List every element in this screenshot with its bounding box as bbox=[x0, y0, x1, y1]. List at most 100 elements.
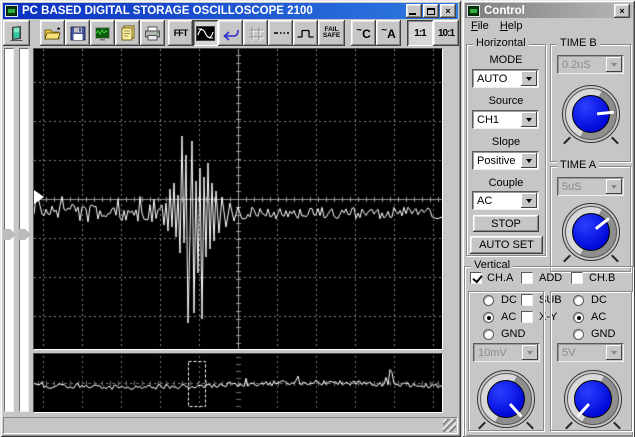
combo-dropdown-button[interactable] bbox=[521, 153, 537, 168]
knob-tick bbox=[611, 136, 619, 145]
horizontal-legend: Horizontal bbox=[473, 37, 529, 49]
toolbar: FFT FAIL SAFE ~C ~A 1:1 10:1 bbox=[3, 20, 459, 47]
main-scope-display bbox=[33, 48, 443, 350]
knob-tick bbox=[563, 136, 571, 145]
undo-arrow-button[interactable] bbox=[218, 20, 243, 46]
display-capture-button[interactable] bbox=[90, 20, 115, 46]
mode-combobox[interactable]: AUTO bbox=[472, 69, 539, 88]
ch-b-gnd-radio[interactable] bbox=[573, 329, 584, 340]
close-button[interactable]: × bbox=[440, 4, 456, 18]
probe-1-1-button[interactable]: 1:1 bbox=[407, 20, 433, 46]
knob-ring bbox=[480, 373, 532, 425]
menu-help[interactable]: Help bbox=[500, 20, 523, 32]
ch-a-label: CH.A bbox=[487, 272, 514, 284]
fail-safe-button[interactable]: FAIL SAFE bbox=[318, 20, 345, 46]
couple-combobox[interactable]: AC bbox=[472, 191, 539, 210]
control-window-title: Control bbox=[484, 4, 525, 17]
preview-scope-display bbox=[33, 353, 443, 413]
knob-ring bbox=[565, 206, 617, 258]
combo-dropdown-button bbox=[606, 345, 622, 360]
chevron-down-icon bbox=[526, 159, 532, 166]
ch-a-ac-radio[interactable] bbox=[483, 312, 494, 323]
desktop: PC BASED DIGITAL STORAGE OSCILLOSCOPE 21… bbox=[0, 0, 635, 437]
position-slider-ch-b[interactable] bbox=[18, 48, 31, 412]
resize-grip[interactable] bbox=[443, 419, 456, 432]
save-button[interactable] bbox=[65, 20, 90, 46]
time-a-combobox: 5uS bbox=[557, 177, 624, 196]
exit-button[interactable] bbox=[3, 20, 30, 46]
ch-b-gain-knob[interactable] bbox=[564, 370, 622, 430]
dotted-line-button[interactable] bbox=[268, 20, 293, 46]
coupling-c-button[interactable]: ~C bbox=[351, 20, 376, 46]
time-a-knob[interactable] bbox=[562, 203, 620, 263]
ch-b-dc-radio[interactable] bbox=[573, 295, 584, 306]
notes-icon bbox=[121, 25, 134, 41]
main-window: PC BASED DIGITAL STORAGE OSCILLOSCOPE 21… bbox=[0, 0, 461, 437]
grid-toggle-button[interactable] bbox=[243, 20, 268, 46]
mode-label: MODE bbox=[489, 54, 523, 66]
undo-arrow-icon bbox=[223, 29, 239, 41]
slope-label: Slope bbox=[491, 136, 521, 148]
app-icon bbox=[5, 5, 18, 17]
slope-combobox[interactable]: Positive bbox=[472, 151, 539, 170]
stop-button[interactable]: STOP bbox=[473, 215, 539, 232]
ch-b-range-combobox: 5V bbox=[557, 343, 624, 362]
close-icon: × bbox=[619, 5, 625, 16]
chevron-down-icon bbox=[526, 118, 532, 125]
time-b-combobox: 0.2uS bbox=[557, 55, 624, 74]
pulse-trigger-button[interactable] bbox=[293, 20, 318, 46]
time-b-knob[interactable] bbox=[562, 85, 620, 145]
open-folder-icon bbox=[43, 26, 61, 39]
floppy-disk-icon bbox=[70, 26, 85, 40]
time-b-legend: TIME B bbox=[557, 37, 600, 49]
combo-dropdown-button[interactable] bbox=[521, 193, 537, 208]
control-window: Control × File Help Horizontal MODE AUTO… bbox=[462, 0, 635, 437]
chevron-down-icon bbox=[526, 199, 532, 206]
auto-set-button[interactable]: AUTO SET bbox=[470, 236, 543, 254]
combo-dropdown-button bbox=[522, 345, 538, 360]
main-titlebar[interactable]: PC BASED DIGITAL STORAGE OSCILLOSCOPE 21… bbox=[3, 3, 458, 19]
ch-a-dc-radio[interactable] bbox=[483, 295, 494, 306]
ac-label: AC bbox=[591, 311, 607, 323]
couple-label: Couple bbox=[488, 177, 524, 189]
wave-c-label: ~C bbox=[356, 25, 371, 41]
control-close-button[interactable]: × bbox=[614, 3, 630, 18]
open-file-button[interactable] bbox=[40, 20, 65, 46]
ac-label: AC bbox=[501, 311, 517, 323]
minimize-button[interactable] bbox=[406, 4, 422, 18]
coupling-a-button[interactable]: ~A bbox=[376, 20, 401, 46]
ch-b-checkbox[interactable] bbox=[571, 272, 583, 284]
ch-b-ac-radio[interactable] bbox=[573, 312, 584, 323]
waveform-display-button[interactable] bbox=[193, 20, 218, 46]
dotted-line-icon bbox=[273, 32, 289, 34]
scope-screen-icon bbox=[95, 26, 110, 40]
ch-a-checkbox[interactable] bbox=[470, 272, 482, 284]
combo-dropdown-button[interactable] bbox=[521, 112, 537, 127]
source-combobox[interactable]: CH1 bbox=[472, 110, 539, 129]
slider-thumb[interactable] bbox=[3, 229, 16, 240]
combo-dropdown-button[interactable] bbox=[521, 71, 537, 86]
ch-a-gain-knob[interactable] bbox=[477, 370, 535, 430]
ch-a-range-combobox: 10mV bbox=[473, 343, 540, 362]
control-menubar: File Help bbox=[465, 20, 632, 36]
trigger-level-marker[interactable] bbox=[34, 190, 44, 204]
vertical-legend: Vertical bbox=[471, 259, 514, 271]
fft-button[interactable]: FFT bbox=[168, 20, 193, 46]
knob-tick bbox=[526, 421, 534, 430]
ch-a-gnd-radio[interactable] bbox=[483, 329, 494, 340]
notes-button[interactable] bbox=[115, 20, 140, 46]
main-scope-canvas bbox=[34, 49, 442, 349]
control-titlebar[interactable]: Control × bbox=[465, 3, 632, 18]
menu-file[interactable]: File bbox=[471, 20, 489, 32]
add-checkbox[interactable] bbox=[521, 272, 533, 284]
probe-10-1-button[interactable]: 10:1 bbox=[433, 20, 459, 46]
chevron-down-icon bbox=[526, 77, 532, 84]
position-slider-ch-a[interactable] bbox=[3, 48, 16, 412]
minimize-icon bbox=[409, 13, 416, 15]
maximize-button[interactable] bbox=[423, 4, 439, 18]
chevron-down-icon bbox=[527, 351, 533, 358]
close-icon: × bbox=[445, 6, 451, 16]
slider-thumb[interactable] bbox=[18, 229, 31, 240]
preview-scope-canvas[interactable] bbox=[34, 354, 442, 412]
print-button[interactable] bbox=[140, 20, 165, 46]
